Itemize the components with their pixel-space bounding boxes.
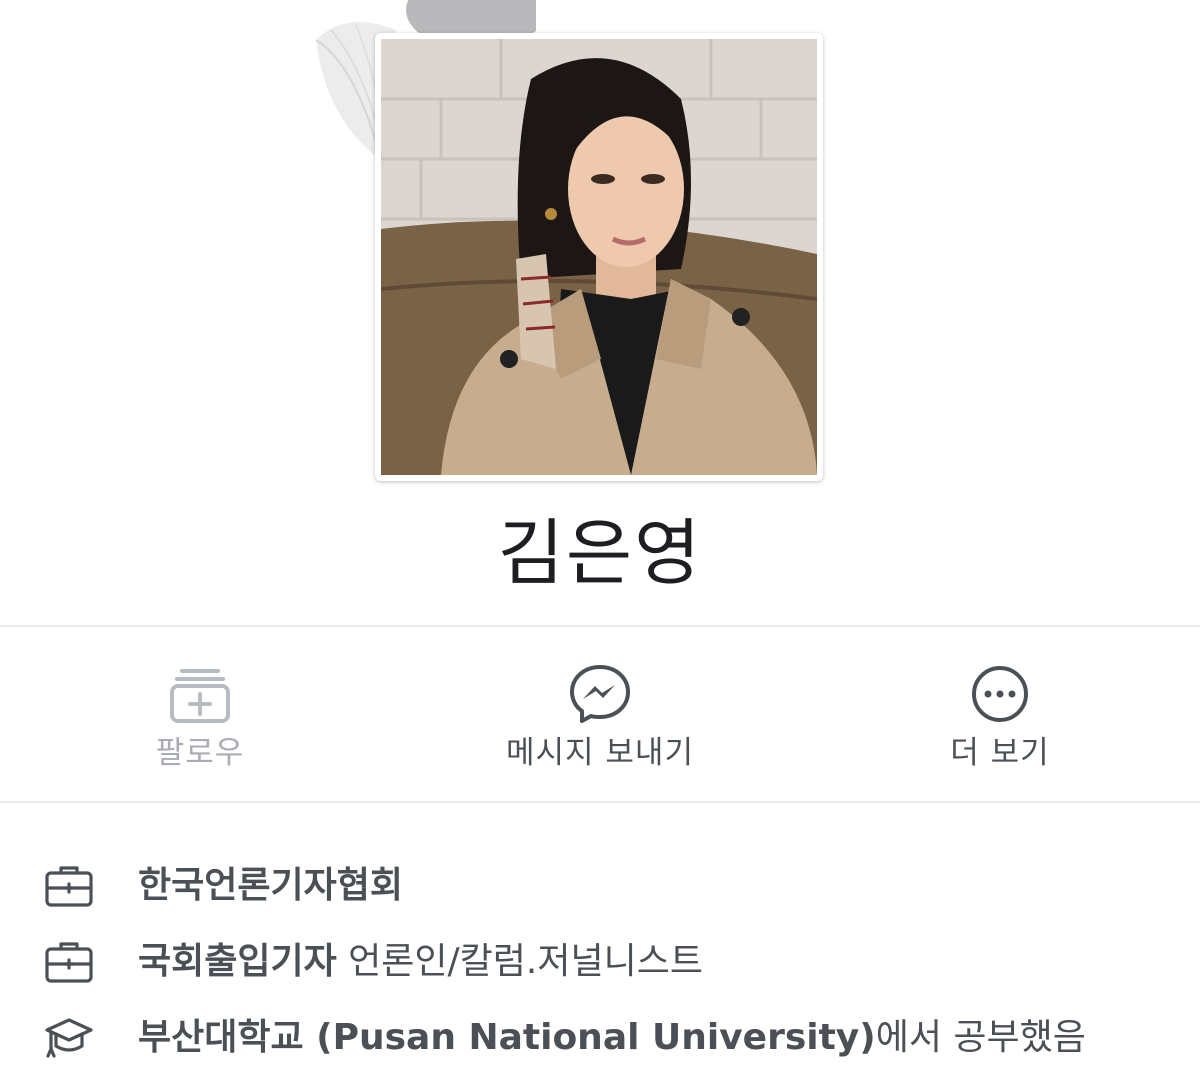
info-detail: 언론인/칼럼.저널니스트 <box>336 941 703 982</box>
send-message-label: 메시지 보내기 <box>506 735 694 771</box>
graduation-cap-icon <box>45 1018 93 1058</box>
send-message-button[interactable]: 메시지 보내기 <box>400 627 800 801</box>
more-button[interactable]: 더 보기 <box>800 627 1200 801</box>
divider <box>0 801 1200 803</box>
workplace-name[interactable]: 한국언론기자협회 <box>138 865 403 906</box>
profile-action-bar: 팔로우 메시지 보내기 더 보기 <box>0 627 1200 801</box>
info-detail: 에서 공부했음 <box>875 1017 1086 1058</box>
profile-picture[interactable] <box>375 33 823 481</box>
profile-name: 김은영 <box>497 511 703 595</box>
info-text: 한국언론기자협회 <box>138 863 403 909</box>
info-row-work: 한국언론기자협회 <box>0 848 1200 924</box>
profile-photo-image <box>381 39 817 475</box>
more-label: 더 보기 <box>950 735 1050 771</box>
follow-icon <box>170 669 230 723</box>
follow-label: 팔로우 <box>155 735 245 771</box>
info-text: 국회출입기자 언론인/칼럼.저널니스트 <box>138 939 703 985</box>
info-row-education: 부산대학교 (Pusan National University)에서 공부했음 <box>0 1000 1200 1076</box>
school-name[interactable]: 부산대학교 (Pusan National University) <box>138 1017 876 1058</box>
profile-intro-list: 한국언론기자협회 국회출입기자 언론인/칼럼.저널니스트 부산대학교 (Pusa… <box>0 848 1200 1076</box>
follow-button[interactable]: 팔로우 <box>0 627 400 801</box>
briefcase-icon <box>45 942 93 983</box>
briefcase-icon <box>45 866 93 907</box>
more-icon <box>972 666 1028 722</box>
messenger-icon <box>570 665 630 723</box>
info-row-work: 국회출입기자 언론인/칼럼.저널니스트 <box>0 924 1200 1000</box>
info-text: 부산대학교 (Pusan National University)에서 공부했음 <box>138 1015 1086 1061</box>
workplace-name[interactable]: 국회출입기자 <box>138 941 337 982</box>
